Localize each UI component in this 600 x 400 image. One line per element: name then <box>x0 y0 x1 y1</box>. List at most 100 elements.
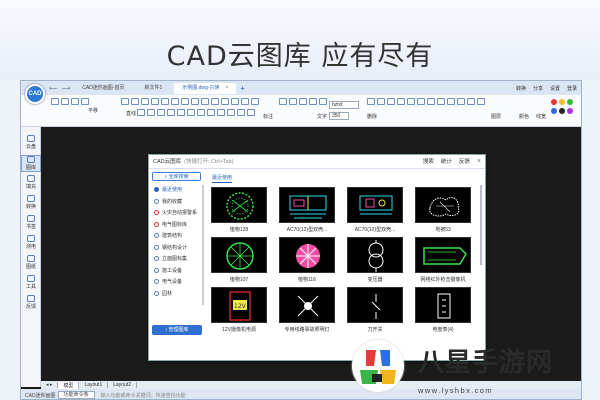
delete-tool-label[interactable]: 删除 <box>367 113 377 120</box>
full-library-search-button[interactable]: ⌕ 全库搜索 <box>152 172 201 181</box>
dimension-tools[interactable] <box>279 98 327 105</box>
color-swatches-row2[interactable] <box>551 108 573 114</box>
headline-banner: CAD云图库 应有尽有 <box>0 0 600 80</box>
color-tool-label[interactable]: 颜色 <box>519 113 529 120</box>
category-label: 施工设备 <box>162 267 183 274</box>
command-bar-button[interactable]: 功能命令条 <box>57 391 95 399</box>
lamp-icon <box>279 287 335 323</box>
plant-icon <box>211 237 267 273</box>
block-caption: 变压器 <box>367 277 383 283</box>
category-item[interactable]: 施工设备 <box>152 266 202 278</box>
category-item[interactable]: 我的收藏 <box>152 197 202 209</box>
convert-button[interactable]: 转换 <box>516 85 526 92</box>
tab-label: 新文件1 <box>144 84 163 91</box>
lineweight-tool-label[interactable]: 线宽 <box>536 113 546 120</box>
category-item[interactable]: 电气图标库 <box>152 220 202 232</box>
category-label: 立面图标集 <box>162 256 188 262</box>
block-item[interactable]: 专用线路事故照明灯 <box>279 287 335 333</box>
svg-text:12V: 12V <box>234 303 247 310</box>
edit-tools[interactable] <box>51 98 89 105</box>
pan-tool-label[interactable]: 平移 <box>88 107 98 114</box>
command-input[interactable]: 输入功能或命令关键词，快速查找功能 <box>101 392 186 399</box>
conveyor-icon <box>347 187 403 223</box>
star-icon <box>154 198 159 204</box>
sidebar-item-measure[interactable]: 测电 <box>21 235 41 250</box>
tab-label: 示例图.dwg-只读 <box>182 84 220 91</box>
color-swatches[interactable] <box>551 99 573 105</box>
sidebar-item-label: 工具 <box>25 284 36 290</box>
bookmark-icon <box>27 215 35 222</box>
block-item[interactable]: 变压器 <box>347 237 403 283</box>
camera-icon <box>415 237 471 273</box>
draw-tools[interactable] <box>121 98 259 105</box>
block-item[interactable]: 电度表(4) <box>415 287 471 333</box>
sidebar-item-fill[interactable]: 填充 <box>21 175 41 190</box>
block-item[interactable]: AC70(12)型双壳... <box>347 187 403 233</box>
modify-tools[interactable] <box>367 98 485 105</box>
add-tab-button[interactable]: + <box>240 84 245 93</box>
category-item[interactable]: 园林 <box>152 289 202 301</box>
watermark-logo-icon <box>352 340 404 392</box>
dialog-title: CAD云图库 <box>153 159 182 165</box>
sidebar-item-feedback[interactable]: 反馈 <box>21 295 41 310</box>
layout-nav-arrows[interactable]: ◂ ▸ <box>41 382 59 388</box>
font-select[interactable]: hztxt <box>329 101 359 109</box>
block-item[interactable]: 植物107 <box>211 237 267 283</box>
category-label: 建筑结构 <box>162 233 183 239</box>
sidebar-item-bookmark[interactable]: 书签 <box>21 215 41 230</box>
block-item[interactable]: 网络红外枪击摄像机 <box>415 237 471 283</box>
forward-arrow-icon[interactable]: ⟶ <box>62 85 71 92</box>
category-item[interactable]: 电气设备 <box>152 277 202 289</box>
nav-arrows: ⟵ ⟶ <box>49 85 70 92</box>
settings-button[interactable]: 设置 <box>550 85 560 92</box>
dialog-search-button[interactable]: 搜索 <box>423 155 434 169</box>
layout-tab-layout2[interactable]: Layout2 <box>108 382 138 388</box>
app-logo[interactable]: CAD <box>25 84 45 104</box>
tab-new-file[interactable]: 新文件1 <box>136 83 170 94</box>
layout-tab-model[interactable]: 模型 <box>58 381 80 389</box>
block-item[interactable]: 植物116 <box>279 237 335 283</box>
text-size-input[interactable]: 350 <box>329 112 349 120</box>
text-tool-label[interactable]: 文字 <box>317 113 327 120</box>
dimension-tool-label[interactable]: 标注 <box>263 113 273 120</box>
flower-icon <box>279 237 335 273</box>
grid-scrollbar[interactable] <box>480 185 482 265</box>
sidebar-item-tools[interactable]: 工具 <box>21 275 41 290</box>
sidebar-item-convert[interactable]: 转换 <box>21 195 41 210</box>
status-app-name: CAD迷你画图 <box>25 392 56 399</box>
category-item[interactable]: 建筑结构 <box>152 231 202 243</box>
login-button[interactable]: 登录 <box>567 85 577 92</box>
sidebar-item-cloud[interactable]: 云盘 <box>21 135 41 150</box>
block-item[interactable]: AC70(12)型双壳... <box>279 187 335 233</box>
layer-tool-label[interactable]: 图层 <box>491 113 501 120</box>
transformer-icon <box>347 237 403 273</box>
tab-home[interactable]: CAD迷你画图-首页 <box>74 83 132 94</box>
block-caption: AC70(12)型双壳... <box>286 227 328 233</box>
block-item[interactable]: 12V 12V摄像机电源 <box>211 287 267 333</box>
sidebar-item-library[interactable]: 图库 <box>21 155 41 172</box>
category-item[interactable]: 最近使用 <box>152 185 202 197</box>
tab-recent[interactable]: 最近使用 <box>212 174 233 183</box>
close-icon[interactable]: × <box>477 155 481 169</box>
block-item[interactable]: 植物128 <box>211 187 267 233</box>
layout-tab-layout1[interactable]: Layout1 <box>79 382 109 388</box>
block-caption: 电度表(4) <box>432 327 454 333</box>
category-scrollbar[interactable] <box>202 185 204 305</box>
category-item[interactable]: 立面图标集 <box>152 254 202 266</box>
feedback-icon <box>27 295 35 302</box>
draw-tools-row2[interactable] <box>121 109 255 116</box>
share-button[interactable]: 分享 <box>533 85 543 92</box>
manage-library-button[interactable]: ‹ 管理图库 <box>152 325 202 335</box>
block-item[interactable]: 地被53 <box>415 187 471 233</box>
dialog-shortcut-hint: (快捷打开: Ctrl+Tab) <box>184 159 234 165</box>
category-item[interactable]: 钢结构设计 <box>152 243 202 255</box>
dialog-stats-button[interactable]: 统计 <box>441 155 452 169</box>
dialog-feedback-button[interactable]: 反馈 <box>459 155 470 169</box>
close-icon[interactable]: × <box>225 85 228 91</box>
block-item[interactable]: 刀开关 <box>347 287 403 333</box>
category-item[interactable]: 火灾自动报警系 <box>152 208 202 220</box>
tab-sample-drawing[interactable]: 示例图.dwg-只读 × <box>174 82 237 94</box>
back-arrow-icon[interactable]: ⟵ <box>49 85 58 92</box>
watermark-title: 八星手游网 <box>418 348 554 378</box>
sidebar-item-drawing[interactable]: 图纸 <box>21 255 41 270</box>
